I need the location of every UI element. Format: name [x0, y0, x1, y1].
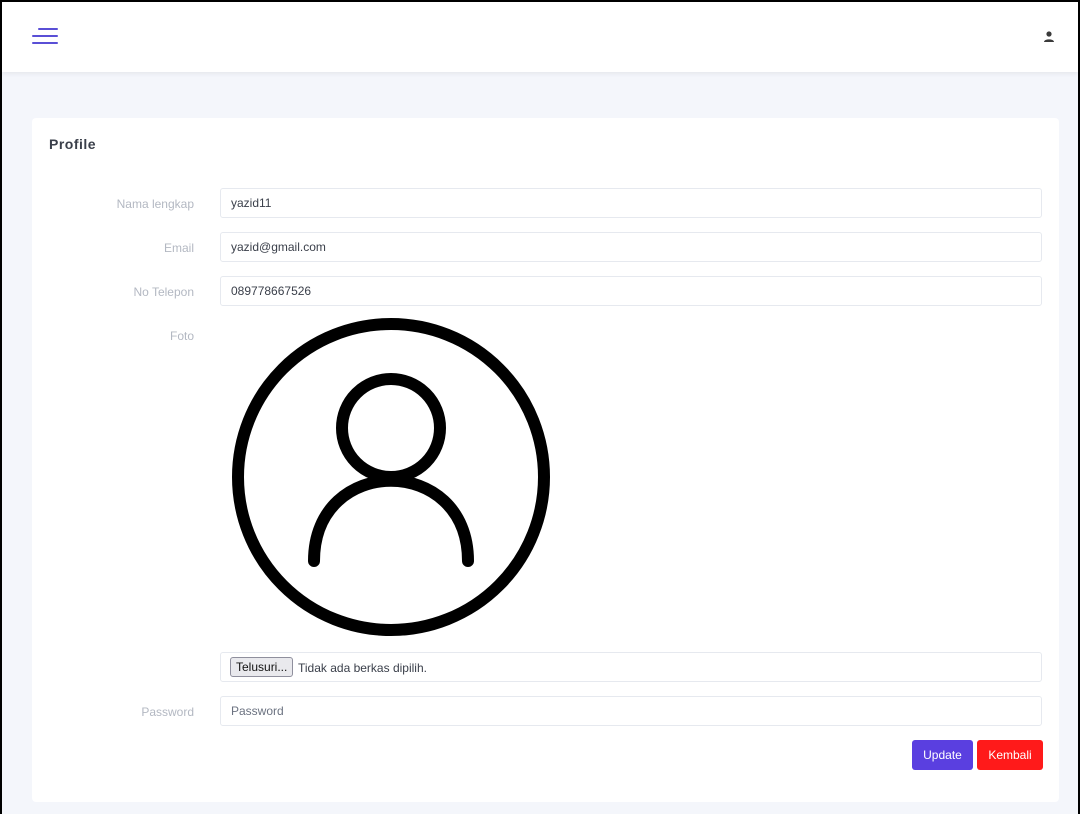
user-icon[interactable]	[1042, 30, 1056, 44]
hamburger-menu-icon[interactable]	[30, 26, 60, 48]
password-label: Password	[141, 705, 194, 719]
email-label: Email	[163, 241, 194, 255]
nama-lengkap-field[interactable]	[220, 188, 1042, 218]
user-avatar-icon	[232, 318, 550, 636]
page-title: Profile	[49, 136, 97, 152]
update-button[interactable]: Update	[912, 740, 973, 770]
password-field[interactable]	[220, 696, 1042, 726]
profile-card: Profile Nama lengkap Email No Telepon Fo…	[32, 118, 1059, 802]
email-field[interactable]	[220, 232, 1042, 262]
kembali-button[interactable]: Kembali	[977, 740, 1043, 770]
foto-label: Foto	[169, 329, 194, 343]
file-status-text: Tidak ada berkas dipilih.	[298, 661, 427, 675]
nama-lengkap-label: Nama lengkap	[116, 197, 194, 211]
browse-file-button[interactable]: Telusuri...	[230, 657, 294, 677]
foto-file-input[interactable]: Telusuri... Tidak ada berkas dipilih.	[220, 652, 1042, 682]
no-telepon-label: No Telepon	[133, 285, 195, 299]
top-navbar	[2, 2, 1078, 72]
no-telepon-field[interactable]	[220, 276, 1042, 306]
app-frame: Profile Nama lengkap Email No Telepon Fo…	[0, 0, 1080, 814]
